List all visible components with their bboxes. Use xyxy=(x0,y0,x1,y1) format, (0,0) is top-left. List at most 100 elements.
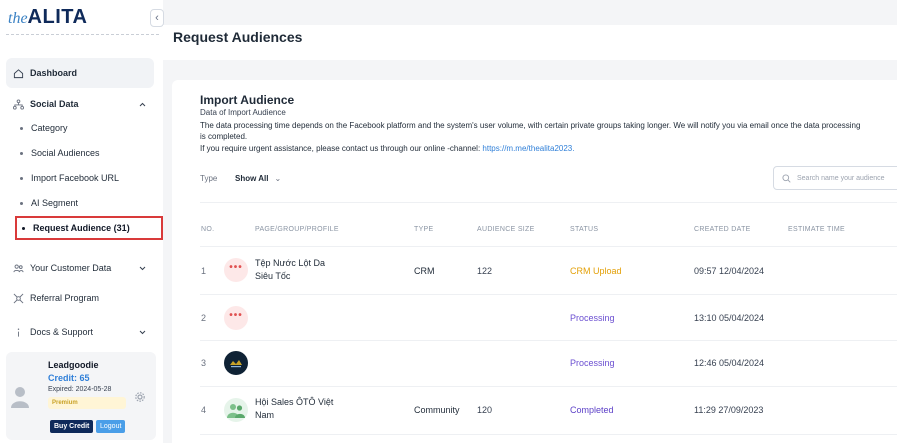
row-type: CRM xyxy=(414,266,435,276)
search-icon xyxy=(782,173,791,183)
search-placeholder: Search name your audience xyxy=(797,174,885,182)
more-dots-icon: ••• xyxy=(224,258,248,282)
sidebar-item-docs[interactable]: Docs & Support xyxy=(6,322,154,342)
row-created-date: 12:46 05/04/2024 xyxy=(694,358,765,368)
page-title: Request Audiences xyxy=(173,29,303,45)
sidebar-subitem-label: Import Facebook URL xyxy=(31,173,120,183)
sidebar-subitem-label: Category xyxy=(31,123,68,133)
row-number: 1 xyxy=(201,266,207,276)
user-card: Leadgoodie Credit: 65 Expired: 2024-05-2… xyxy=(6,352,156,440)
sidebar-item-dashboard[interactable]: Dashboard xyxy=(6,58,154,88)
profile-name-line: Nam xyxy=(255,410,275,420)
status-badge: Completed xyxy=(570,405,614,415)
avatar[interactable] xyxy=(10,386,30,408)
chevron-up-icon xyxy=(139,100,146,109)
page-logo-icon xyxy=(224,351,248,375)
sidebar-subitem-label: Social Audiences xyxy=(31,148,100,158)
status-badge: Processing xyxy=(570,313,615,323)
sidebar-item-label: Docs & Support xyxy=(30,327,94,337)
sidebar-item-label: Social Data xyxy=(30,99,79,109)
page-header: Request Audiences xyxy=(163,25,897,60)
profile-name-line: Siêu Tốc xyxy=(255,271,291,281)
contact-note-text: If you require urgent assistance, please… xyxy=(200,144,483,153)
home-icon xyxy=(12,67,24,79)
sidebar-item-label: Dashboard xyxy=(30,68,78,78)
type-filter-select[interactable]: Show All ⌄ xyxy=(235,174,281,183)
messenger-link[interactable]: https://m.me/thealita2023. xyxy=(482,144,574,153)
card-description: The data processing time depends on the … xyxy=(200,121,861,130)
logout-button[interactable]: Logout xyxy=(96,420,126,433)
row-audience-size: 120 xyxy=(477,405,493,415)
sidebar-item-label: Referral Program xyxy=(30,293,100,303)
gear-icon[interactable] xyxy=(134,390,146,402)
card-contact-note: If you require urgent assistance, please… xyxy=(200,144,574,153)
group-avatar-icon xyxy=(224,398,248,422)
bullet-icon xyxy=(20,151,23,155)
row-profile-name: Tệp Nước Lột Da Siêu Tốc xyxy=(255,257,355,283)
logo-the: the xyxy=(8,10,28,27)
row-created-date: 09:57 12/04/2024 xyxy=(694,266,765,276)
search-input[interactable]: Search name your audience xyxy=(773,166,897,190)
premium-badge: Premium xyxy=(48,397,126,409)
sidebar-item-customer-data[interactable]: Your Customer Data xyxy=(6,258,154,278)
row-profile-name: Hội Sales ÔTÔ Việt Nam xyxy=(255,396,355,422)
sidebar-subitem-label: AI Segment xyxy=(31,198,79,208)
divider xyxy=(200,434,897,435)
card-subtitle: Data of Import Audience xyxy=(200,108,286,117)
row-number: 4 xyxy=(201,405,207,415)
network-icon xyxy=(12,292,24,304)
row-number: 3 xyxy=(201,358,207,368)
column-header-estimate-time: ESTIMATE TIME xyxy=(788,226,845,233)
logo-divider xyxy=(6,34,159,35)
status-badge: CRM Upload xyxy=(570,266,622,276)
user-expired: Expired: 2024-05-28 xyxy=(48,386,112,393)
logo-brand: ALITA xyxy=(27,6,88,28)
card-title: Import Audience xyxy=(200,93,295,107)
row-created-date: 11:29 27/09/2023 xyxy=(694,405,764,415)
sidebar-subitem-import-facebook-url[interactable]: Import Facebook URL xyxy=(20,173,119,183)
sidebar-item-referral[interactable]: Referral Program xyxy=(6,288,154,308)
buy-credit-button[interactable]: Buy Credit xyxy=(50,420,94,433)
sidebar-item-label: Your Customer Data xyxy=(30,263,112,273)
column-header-profile: PAGE/GROUP/PROFILE xyxy=(255,226,339,233)
info-icon xyxy=(12,326,24,338)
type-filter-value: Show All xyxy=(235,174,269,183)
card-description-continued: is completed. xyxy=(200,132,248,141)
status-badge: Processing xyxy=(570,358,615,368)
sidebar: the ALITA ‹ Dashboard Social Data Catego… xyxy=(0,0,164,443)
filter-type-label: Type xyxy=(200,174,218,183)
chevron-down-icon xyxy=(139,264,146,273)
row-type: Community xyxy=(414,405,460,415)
sidebar-subitem-request-audience[interactable]: Request Audience (31) xyxy=(15,216,163,240)
row-number: 2 xyxy=(201,313,207,323)
app-root: the ALITA ‹ Dashboard Social Data Catego… xyxy=(0,0,897,443)
sidebar-subitem-ai-segment[interactable]: AI Segment xyxy=(20,198,78,208)
profile-name-line: Tệp Nước Lột Da xyxy=(255,258,325,268)
column-header-created-date: CREATED DATE xyxy=(694,226,751,233)
divider xyxy=(200,202,897,203)
column-header-audience-size: AUDIENCE SIZE xyxy=(477,226,535,233)
sidebar-subitem-label: Request Audience (31) xyxy=(33,223,130,233)
divider xyxy=(200,246,897,247)
row-created-date: 13:10 05/04/2024 xyxy=(694,313,765,323)
bullet-icon xyxy=(20,126,23,130)
import-audience-card: Import Audience Data of Import Audience … xyxy=(172,80,897,443)
column-header-status: STATUS xyxy=(570,226,599,233)
divider xyxy=(200,340,897,341)
more-dots-icon: ••• xyxy=(224,306,248,330)
column-header-no: NO. xyxy=(201,226,215,233)
sidebar-subitem-category[interactable]: Category xyxy=(20,123,68,133)
collapse-sidebar-button[interactable]: ‹ xyxy=(150,9,164,27)
user-name: Leadgoodie xyxy=(48,360,99,370)
row-audience-size: 122 xyxy=(477,266,493,276)
sidebar-subitem-social-audiences[interactable]: Social Audiences xyxy=(20,148,100,158)
bullet-icon xyxy=(20,201,23,205)
profile-name-line: Hội Sales ÔTÔ Việt xyxy=(255,397,334,407)
logo[interactable]: the ALITA xyxy=(8,6,87,30)
divider xyxy=(200,294,897,295)
users-icon xyxy=(12,262,24,274)
divider xyxy=(200,386,897,387)
column-header-type: TYPE xyxy=(414,226,434,233)
hierarchy-icon xyxy=(12,98,24,110)
sidebar-item-social-data[interactable]: Social Data xyxy=(6,94,154,114)
